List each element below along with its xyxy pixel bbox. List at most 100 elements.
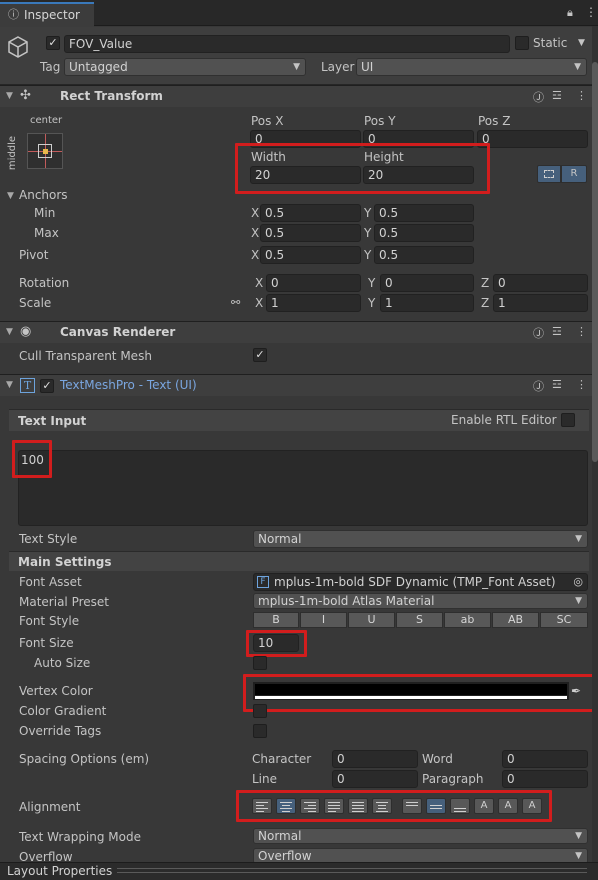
auto-size-checkbox[interactable] — [253, 656, 267, 670]
anchors-collapse-icon[interactable]: ▼ — [7, 191, 14, 201]
pivot-x-field[interactable]: 0.5 — [260, 246, 361, 264]
pivot-label: Pivot — [19, 248, 49, 262]
pivot-y-field[interactable]: 0.5 — [374, 246, 474, 264]
active-checkbox[interactable]: ✓ — [46, 36, 60, 50]
max-y-field[interactable]: 0.5 — [374, 224, 474, 242]
scale-label: Scale — [19, 296, 52, 310]
highlight-alignment — [236, 790, 552, 822]
y-label: Y — [364, 248, 372, 262]
scrollbar-thumb[interactable] — [592, 62, 598, 462]
canvas-renderer-header[interactable]: ▼ ◉ Canvas Renderer Ⓙ ☲ ⋮ — [0, 321, 598, 343]
rect-transform-icon: ✣ — [20, 88, 31, 103]
raw-edit-button[interactable]: R — [561, 165, 587, 183]
highlight-text-input — [12, 440, 52, 478]
anchor-preset-button[interactable] — [27, 133, 63, 169]
scale-z-field[interactable]: 1 — [493, 294, 588, 312]
line-label: Line — [252, 772, 278, 786]
preset-icon[interactable]: ☲ — [552, 378, 562, 391]
paragraph-label: Paragraph — [422, 772, 484, 786]
constrain-proportions-icon[interactable]: ⚯ — [231, 295, 240, 311]
word-spacing-field[interactable]: 0 — [502, 750, 588, 768]
max-x-field[interactable]: 0.5 — [260, 224, 361, 242]
uppercase-button[interactable]: AB — [492, 612, 539, 628]
anchor-v-label: middle — [7, 135, 19, 171]
chevron-down-icon: ▼ — [574, 62, 581, 72]
more-icon[interactable]: ⋮ — [576, 89, 587, 102]
anchor-dot — [43, 149, 48, 154]
color-gradient-checkbox[interactable] — [253, 704, 267, 718]
preset-icon[interactable]: ☲ — [552, 89, 562, 102]
component-title: TextMeshPro - Text (UI) — [60, 378, 197, 392]
strikethrough-button[interactable]: S — [396, 612, 443, 628]
scale-y-field[interactable]: 1 — [380, 294, 474, 312]
alignment-label: Alignment — [19, 800, 81, 814]
help-icon[interactable]: Ⓙ — [533, 89, 544, 105]
y-label: Y — [364, 206, 372, 220]
font-asset-label: Font Asset — [19, 575, 82, 589]
static-checkbox[interactable] — [515, 36, 529, 50]
object-picker-icon[interactable]: ◎ — [573, 574, 583, 590]
object-name-field[interactable]: FOV_Value — [64, 35, 510, 53]
more-icon[interactable]: ⋮ — [585, 4, 597, 20]
pos-x-label: Pos X — [251, 114, 284, 128]
font-asset-field[interactable]: F mplus-1m-bold SDF Dynamic (TMP_Font As… — [253, 573, 588, 591]
tag-dropdown[interactable]: Untagged ▼ — [64, 58, 306, 76]
x-label: X — [251, 206, 260, 220]
more-icon[interactable]: ⋮ — [576, 325, 587, 338]
material-preset-dropdown[interactable]: mplus-1m-bold Atlas Material ▼ — [253, 593, 588, 609]
collapse-icon[interactable]: ▼ — [6, 91, 13, 101]
y-label: Y — [364, 226, 372, 240]
text-input-area[interactable] — [18, 450, 588, 526]
enable-rtl-label: Enable RTL Editor — [451, 413, 557, 427]
underline-button[interactable]: U — [348, 612, 395, 628]
blueprint-mode-button[interactable] — [537, 165, 561, 183]
text-wrapping-mode-dropdown[interactable]: Normal ▼ — [253, 828, 588, 844]
component-title: Canvas Renderer — [60, 325, 176, 339]
rotation-x-field[interactable]: 0 — [266, 274, 361, 292]
max-label: Max — [34, 226, 59, 240]
override-tags-checkbox[interactable] — [253, 724, 267, 738]
bold-button[interactable]: B — [253, 612, 299, 628]
resize-handle[interactable] — [117, 868, 587, 873]
enable-rtl-checkbox[interactable] — [561, 413, 575, 427]
more-icon[interactable]: ⋮ — [576, 378, 587, 391]
font-size-label: Font Size — [19, 636, 74, 650]
italic-button[interactable]: I — [300, 612, 347, 628]
eye-icon: ◉ — [20, 324, 32, 339]
scrollbar[interactable] — [592, 26, 598, 862]
material-preset-value: mplus-1m-bold Atlas Material — [258, 594, 435, 608]
help-icon[interactable]: Ⓙ — [533, 378, 544, 394]
y-label: Y — [368, 296, 376, 310]
rect-transform-header[interactable]: ▼ ✣ Rect Transform Ⓙ ☲ ⋮ — [0, 85, 598, 107]
paragraph-spacing-field[interactable]: 0 — [502, 770, 588, 788]
collapse-icon[interactable]: ▼ — [6, 327, 13, 337]
rotation-z-field[interactable]: 0 — [493, 274, 588, 292]
line-spacing-field[interactable]: 0 — [332, 770, 418, 788]
scale-x-field[interactable]: 1 — [266, 294, 361, 312]
help-icon[interactable]: Ⓙ — [533, 325, 544, 341]
preset-icon[interactable]: ☲ — [552, 325, 562, 338]
lock-icon[interactable]: 🔒︎ — [567, 5, 573, 21]
textmeshpro-header[interactable]: ▼ T ✓ TextMeshPro - Text (UI) Ⓙ ☲ ⋮ — [0, 374, 598, 396]
component-enabled-checkbox[interactable]: ✓ — [40, 379, 54, 393]
layer-dropdown[interactable]: UI ▼ — [356, 58, 587, 76]
chevron-down-icon: ▼ — [575, 831, 582, 841]
word-label: Word — [422, 752, 453, 766]
chevron-down-icon: ▼ — [575, 851, 582, 861]
color-gradient-label: Color Gradient — [19, 704, 107, 718]
static-dropdown-icon[interactable]: ▼ — [578, 35, 585, 51]
min-x-field[interactable]: 0.5 — [260, 204, 361, 222]
pos-z-label: Pos Z — [478, 114, 511, 128]
min-y-field[interactable]: 0.5 — [374, 204, 474, 222]
text-style-label: Text Style — [19, 532, 78, 546]
rotation-y-field[interactable]: 0 — [380, 274, 474, 292]
smallcaps-button[interactable]: SC — [540, 612, 588, 628]
lowercase-button[interactable]: ab — [444, 612, 491, 628]
text-style-dropdown[interactable]: Normal ▼ — [253, 530, 588, 548]
tab-inspector[interactable]: ⓘ Inspector — [0, 2, 94, 27]
pos-z-field[interactable]: 0 — [477, 130, 588, 148]
z-label: Z — [481, 276, 490, 290]
character-spacing-field[interactable]: 0 — [332, 750, 418, 768]
cull-transparent-mesh-checkbox[interactable]: ✓ — [253, 348, 267, 362]
collapse-icon[interactable]: ▼ — [6, 380, 13, 390]
